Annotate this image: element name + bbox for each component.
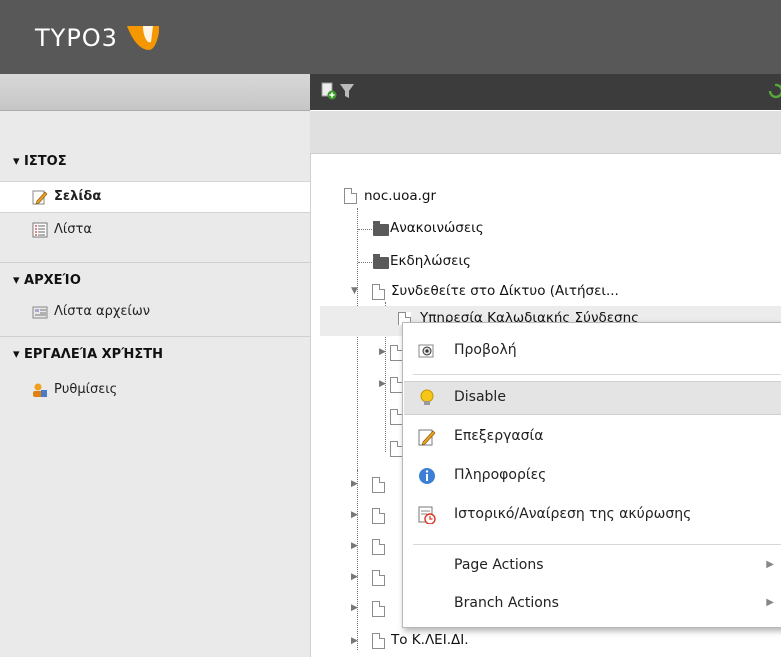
app-logo[interactable]: TYPO3 xyxy=(35,24,118,52)
lightbulb-icon xyxy=(420,389,434,405)
menu-item-history[interactable]: Ιστορικό/Αναίρεση της ακύρωσης xyxy=(404,499,781,531)
expand-arrow-icon[interactable]: ▶ xyxy=(351,636,358,646)
section-header-file[interactable]: ▾ ΑΡΧΕΊΟ xyxy=(0,263,310,297)
file-list-icon xyxy=(32,306,48,319)
history-icon xyxy=(418,506,436,524)
list-icon xyxy=(32,222,48,238)
submenu-arrow-icon: ▶ xyxy=(766,559,774,570)
tree-item-kleidi[interactable]: ▶ Το Κ.ΛΕΙ.ΔΙ. xyxy=(351,629,651,653)
edit-icon xyxy=(418,429,436,446)
collapse-arrow-icon[interactable]: ▼ xyxy=(351,286,358,296)
expand-arrow-icon[interactable]: ▶ xyxy=(379,379,386,389)
context-menu: Προβολή Disable Επεξεργασία Πληροφορίες xyxy=(402,322,781,628)
user-settings-icon xyxy=(33,383,47,397)
tree-toolbar xyxy=(310,74,781,110)
new-page-icon[interactable] xyxy=(320,82,338,100)
info-icon xyxy=(419,468,435,484)
nav-item-list[interactable]: Λίστα xyxy=(0,215,310,245)
typo3-logo-icon xyxy=(127,26,159,50)
module-menu-header xyxy=(0,74,310,111)
folder-icon xyxy=(373,221,389,236)
menu-separator xyxy=(413,544,781,545)
tree-connector xyxy=(358,229,372,230)
menu-item-view[interactable]: Προβολή xyxy=(404,335,781,367)
nav-item-settings[interactable]: Ρυθμίσεις xyxy=(0,375,310,405)
expand-arrow-icon[interactable]: ▶ xyxy=(351,572,358,582)
page-icon xyxy=(372,633,385,649)
page-icon xyxy=(372,477,385,493)
page-icon xyxy=(344,188,357,204)
menu-item-page-actions[interactable]: Page Actions ▶ xyxy=(404,550,781,582)
folder-icon xyxy=(373,254,389,269)
menu-item-info[interactable]: Πληροφορίες xyxy=(404,460,781,492)
menu-item-edit[interactable]: Επεξεργασία xyxy=(404,421,781,453)
submenu-arrow-icon: ▶ xyxy=(766,597,774,608)
refresh-icon[interactable] xyxy=(768,82,781,100)
tree-item-connect[interactable]: ▼ Συνδεθείτε στο Δίκτυο (Αιτήσει... xyxy=(351,280,751,304)
expand-arrow-icon[interactable]: ▶ xyxy=(351,510,358,520)
expand-arrow-icon[interactable]: ▶ xyxy=(351,479,358,489)
page-icon xyxy=(372,570,385,586)
section-header-user-tools[interactable]: ▾ ΕΡΓΑΛΕΊΑ ΧΡΉΣΤΗ xyxy=(0,337,310,371)
nav-item-file-list[interactable]: Λίστα αρχείων xyxy=(0,297,310,327)
page-icon xyxy=(372,508,385,524)
tree-filter-band xyxy=(310,111,781,154)
menu-item-branch-actions[interactable]: Branch Actions ▶ xyxy=(404,588,781,620)
menu-separator xyxy=(413,374,781,375)
expand-arrow-icon[interactable]: ▶ xyxy=(351,541,358,551)
tree-item-announcements[interactable]: Ανακοινώσεις xyxy=(372,217,672,241)
tree-item-events[interactable]: Εκδηλώσεις xyxy=(372,250,672,274)
section-header-web[interactable]: ▾ ΙΣΤΟΣ xyxy=(0,144,310,178)
tree-connector xyxy=(357,470,358,650)
expand-arrow-icon[interactable]: ▶ xyxy=(379,347,386,357)
page-icon xyxy=(372,539,385,555)
top-bar: TYPO3 xyxy=(0,0,781,74)
edit-page-icon xyxy=(32,190,48,205)
page-icon xyxy=(372,601,385,617)
view-icon xyxy=(418,344,434,358)
expand-arrow-icon[interactable]: ▶ xyxy=(351,603,358,613)
tree-root[interactable]: noc.uoa.gr xyxy=(344,185,644,209)
tree-connector xyxy=(357,208,358,488)
menu-item-disable[interactable]: Disable xyxy=(404,381,781,415)
tree-connector xyxy=(358,262,372,263)
filter-icon[interactable] xyxy=(339,82,355,100)
nav-item-page[interactable]: Σελίδα xyxy=(0,181,310,213)
page-icon xyxy=(372,284,385,300)
